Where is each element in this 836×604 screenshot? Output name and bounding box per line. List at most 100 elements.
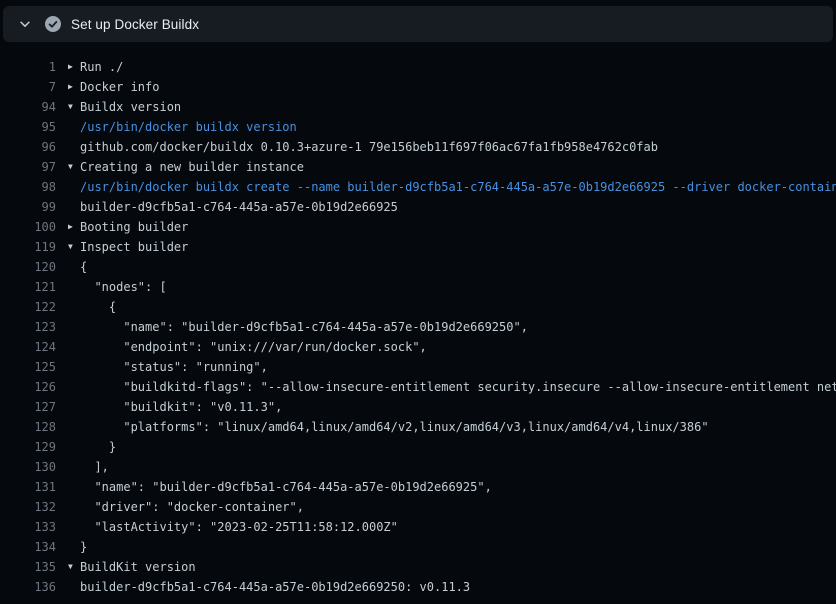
- line-number[interactable]: 128: [0, 417, 56, 437]
- log-line: 129 }: [0, 437, 836, 457]
- command-text: /usr/bin/docker buildx version: [80, 117, 297, 137]
- output-text: }: [80, 437, 116, 457]
- log-group-line[interactable]: 119 ▼Inspect builder: [0, 237, 836, 257]
- log-group-line[interactable]: 135 ▼BuildKit version: [0, 557, 836, 577]
- output-text: }: [80, 537, 87, 557]
- line-number[interactable]: 120: [0, 257, 56, 277]
- log-group-line[interactable]: 1 ▶Run ./: [0, 57, 836, 77]
- line-number[interactable]: 100: [0, 217, 56, 237]
- log-line: 136builder-d9cfb5a1-c764-445a-a57e-0b19d…: [0, 577, 836, 597]
- group-collapsed-arrow-icon[interactable]: ▶: [68, 217, 80, 237]
- log-line: 120{: [0, 257, 836, 277]
- arrow-spacer: [68, 377, 80, 397]
- line-number[interactable]: 126: [0, 377, 56, 397]
- log-line: 98/usr/bin/docker buildx create --name b…: [0, 177, 836, 197]
- log-group-line[interactable]: 97 ▼Creating a new builder instance: [0, 157, 836, 177]
- arrow-spacer: [68, 297, 80, 317]
- log-line: 121 "nodes": [: [0, 277, 836, 297]
- log-line: 122 {: [0, 297, 836, 317]
- log-line: 123 "name": "builder-d9cfb5a1-c764-445a-…: [0, 317, 836, 337]
- line-number[interactable]: 94: [0, 97, 56, 117]
- group-title-text: Run ./: [80, 57, 123, 77]
- line-number[interactable]: 132: [0, 497, 56, 517]
- group-expanded-arrow-icon[interactable]: ▼: [68, 97, 80, 117]
- command-text: /usr/bin/docker buildx create --name bui…: [80, 177, 836, 197]
- arrow-spacer: [68, 177, 80, 197]
- line-number[interactable]: 134: [0, 537, 56, 557]
- log-line: 99 builder-d9cfb5a1-c764-445a-a57e-0b19d2…: [0, 197, 836, 217]
- log-group-line[interactable]: 100 ▶Booting builder: [0, 217, 836, 237]
- line-number[interactable]: 96: [0, 137, 56, 157]
- line-number[interactable]: 125: [0, 357, 56, 377]
- chevron-down-icon[interactable]: [18, 17, 32, 31]
- check-circle-icon: [45, 16, 61, 32]
- log-line: 128 "platforms": "linux/amd64,linux/amd6…: [0, 417, 836, 437]
- arrow-spacer: [68, 357, 80, 377]
- group-title-text: BuildKit version: [80, 557, 196, 577]
- line-number[interactable]: 129: [0, 437, 56, 457]
- group-title-text: Creating a new builder instance: [80, 157, 304, 177]
- arrow-spacer: [68, 477, 80, 497]
- line-number[interactable]: 135: [0, 557, 56, 577]
- arrow-spacer: [68, 277, 80, 297]
- line-number[interactable]: 130: [0, 457, 56, 477]
- output-text: "name": "builder-d9cfb5a1-c764-445a-a57e…: [80, 477, 492, 497]
- output-text: "status": "running",: [80, 357, 268, 377]
- arrow-spacer: [68, 117, 80, 137]
- log-line: 125 "status": "running",: [0, 357, 836, 377]
- step-header[interactable]: Set up Docker Buildx: [3, 6, 833, 42]
- line-number[interactable]: 127: [0, 397, 56, 417]
- arrow-spacer: [68, 337, 80, 357]
- output-text: "buildkitd-flags": "--allow-insecure-ent…: [80, 377, 836, 397]
- log-line: 126 "buildkitd-flags": "--allow-insecure…: [0, 377, 836, 397]
- log-group-line[interactable]: 7▶Docker info: [0, 77, 836, 97]
- line-number[interactable]: 131: [0, 477, 56, 497]
- arrow-spacer: [68, 397, 80, 417]
- line-number[interactable]: 95: [0, 117, 56, 137]
- log-line: 124 "endpoint": "unix:///var/run/docker.…: [0, 337, 836, 357]
- log-viewer: 1▶Run ./7▶Docker info94▼Buildx version95…: [0, 42, 836, 604]
- step-title: Set up Docker Buildx: [71, 17, 199, 32]
- group-expanded-arrow-icon[interactable]: ▼: [68, 237, 80, 257]
- group-expanded-arrow-icon[interactable]: ▼: [68, 557, 80, 577]
- line-number[interactable]: 133: [0, 517, 56, 537]
- arrow-spacer: [68, 497, 80, 517]
- output-text: builder-d9cfb5a1-c764-445a-a57e-0b19d2e6…: [80, 197, 398, 217]
- line-number[interactable]: 136: [0, 577, 56, 597]
- arrow-spacer: [68, 537, 80, 557]
- arrow-spacer: [68, 517, 80, 537]
- log-line: 96github.com/docker/buildx 0.10.3+azure-…: [0, 137, 836, 157]
- log-line: 133 "lastActivity": "2023-02-25T11:58:12…: [0, 517, 836, 537]
- line-number[interactable]: 124: [0, 337, 56, 357]
- output-text: "name": "builder-d9cfb5a1-c764-445a-a57e…: [80, 317, 528, 337]
- arrow-spacer: [68, 197, 80, 217]
- output-text: "nodes": [: [80, 277, 167, 297]
- line-number[interactable]: 119: [0, 237, 56, 257]
- group-title-text: Booting builder: [80, 217, 188, 237]
- log-line: 134}: [0, 537, 836, 557]
- log-group-line[interactable]: 94▼Buildx version: [0, 97, 836, 117]
- output-text: ],: [80, 457, 109, 477]
- line-number[interactable]: 123: [0, 317, 56, 337]
- line-number[interactable]: 122: [0, 297, 56, 317]
- output-text: "buildkit": "v0.11.3",: [80, 397, 282, 417]
- line-number[interactable]: 99: [0, 197, 56, 217]
- group-collapsed-arrow-icon[interactable]: ▶: [68, 77, 80, 97]
- line-number[interactable]: 1: [0, 57, 56, 77]
- output-text: "lastActivity": "2023-02-25T11:58:12.000…: [80, 517, 398, 537]
- group-expanded-arrow-icon[interactable]: ▼: [68, 157, 80, 177]
- arrow-spacer: [68, 317, 80, 337]
- arrow-spacer: [68, 257, 80, 277]
- line-number[interactable]: 7: [0, 77, 56, 97]
- group-collapsed-arrow-icon[interactable]: ▶: [68, 57, 80, 77]
- line-number[interactable]: 98: [0, 177, 56, 197]
- line-number[interactable]: 97: [0, 157, 56, 177]
- arrow-spacer: [68, 437, 80, 457]
- group-title-text: Inspect builder: [80, 237, 188, 257]
- log-line: 95/usr/bin/docker buildx version: [0, 117, 836, 137]
- arrow-spacer: [68, 417, 80, 437]
- log-line: 132 "driver": "docker-container",: [0, 497, 836, 517]
- output-text: "endpoint": "unix:///var/run/docker.sock…: [80, 337, 427, 357]
- line-number[interactable]: 121: [0, 277, 56, 297]
- arrow-spacer: [68, 137, 80, 157]
